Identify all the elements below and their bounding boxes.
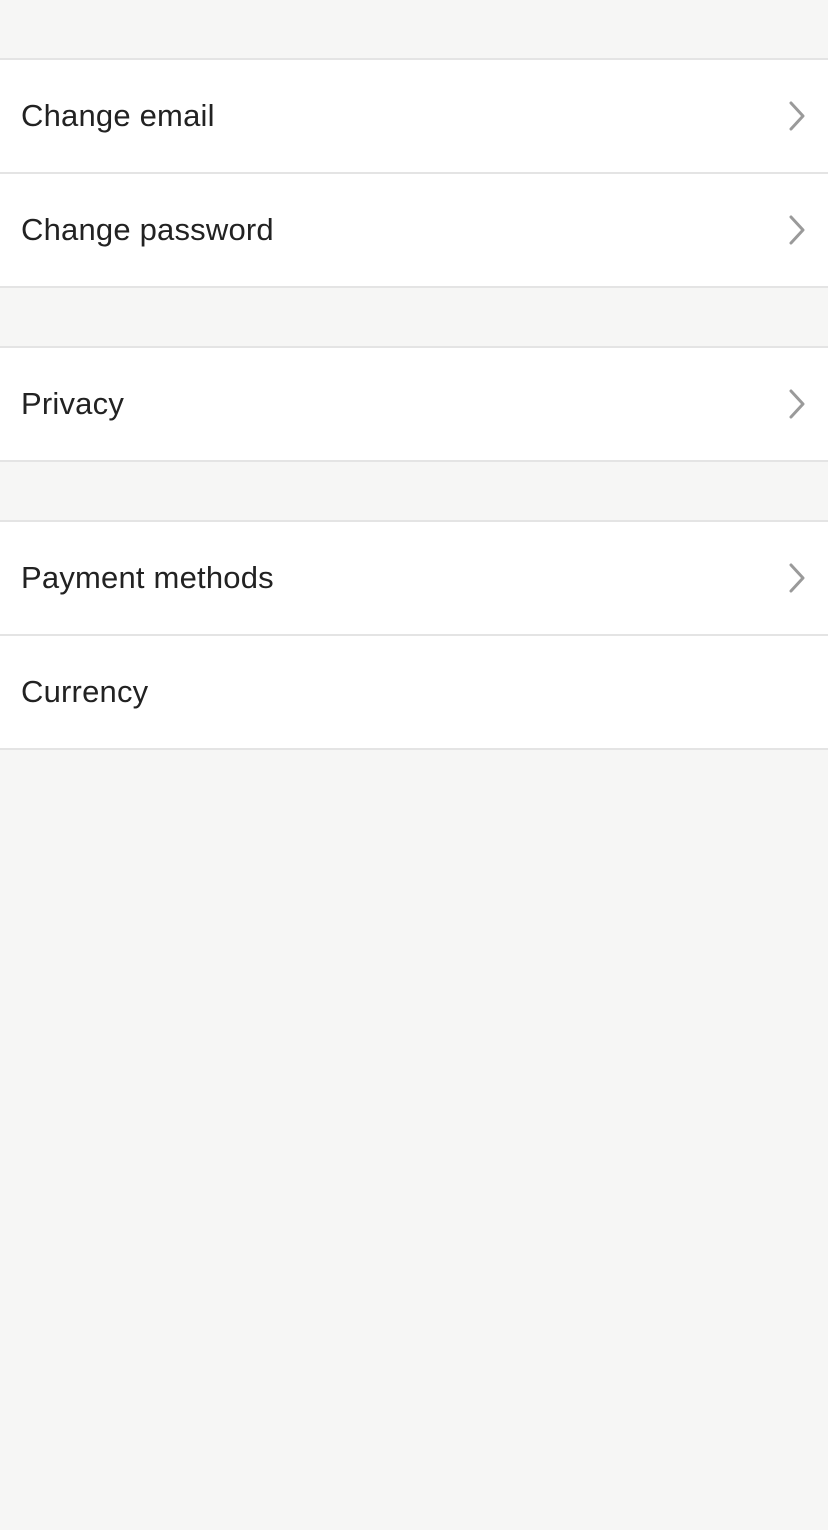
chevron-right-icon <box>788 388 806 420</box>
currency-label: Currency <box>21 674 149 709</box>
change-password-label: Change password <box>21 212 274 247</box>
account-settings-group: Change email Change password <box>0 58 828 288</box>
change-email-label: Change email <box>21 98 215 133</box>
privacy-label: Privacy <box>21 386 125 421</box>
privacy-settings-group: Privacy <box>0 346 828 462</box>
chevron-right-icon <box>788 562 806 594</box>
chevron-right-icon <box>788 100 806 132</box>
currency-row[interactable]: Currency <box>0 634 828 748</box>
payment-settings-group: Payment methods Currency <box>0 520 828 750</box>
change-password-row[interactable]: Change password <box>0 172 828 286</box>
payment-methods-label: Payment methods <box>21 560 274 595</box>
settings-screen: Change email Change password Privacy Pay… <box>0 58 828 1530</box>
privacy-row[interactable]: Privacy <box>0 348 828 460</box>
change-email-row[interactable]: Change email <box>0 60 828 172</box>
chevron-right-icon <box>788 214 806 246</box>
payment-methods-row[interactable]: Payment methods <box>0 522 828 634</box>
